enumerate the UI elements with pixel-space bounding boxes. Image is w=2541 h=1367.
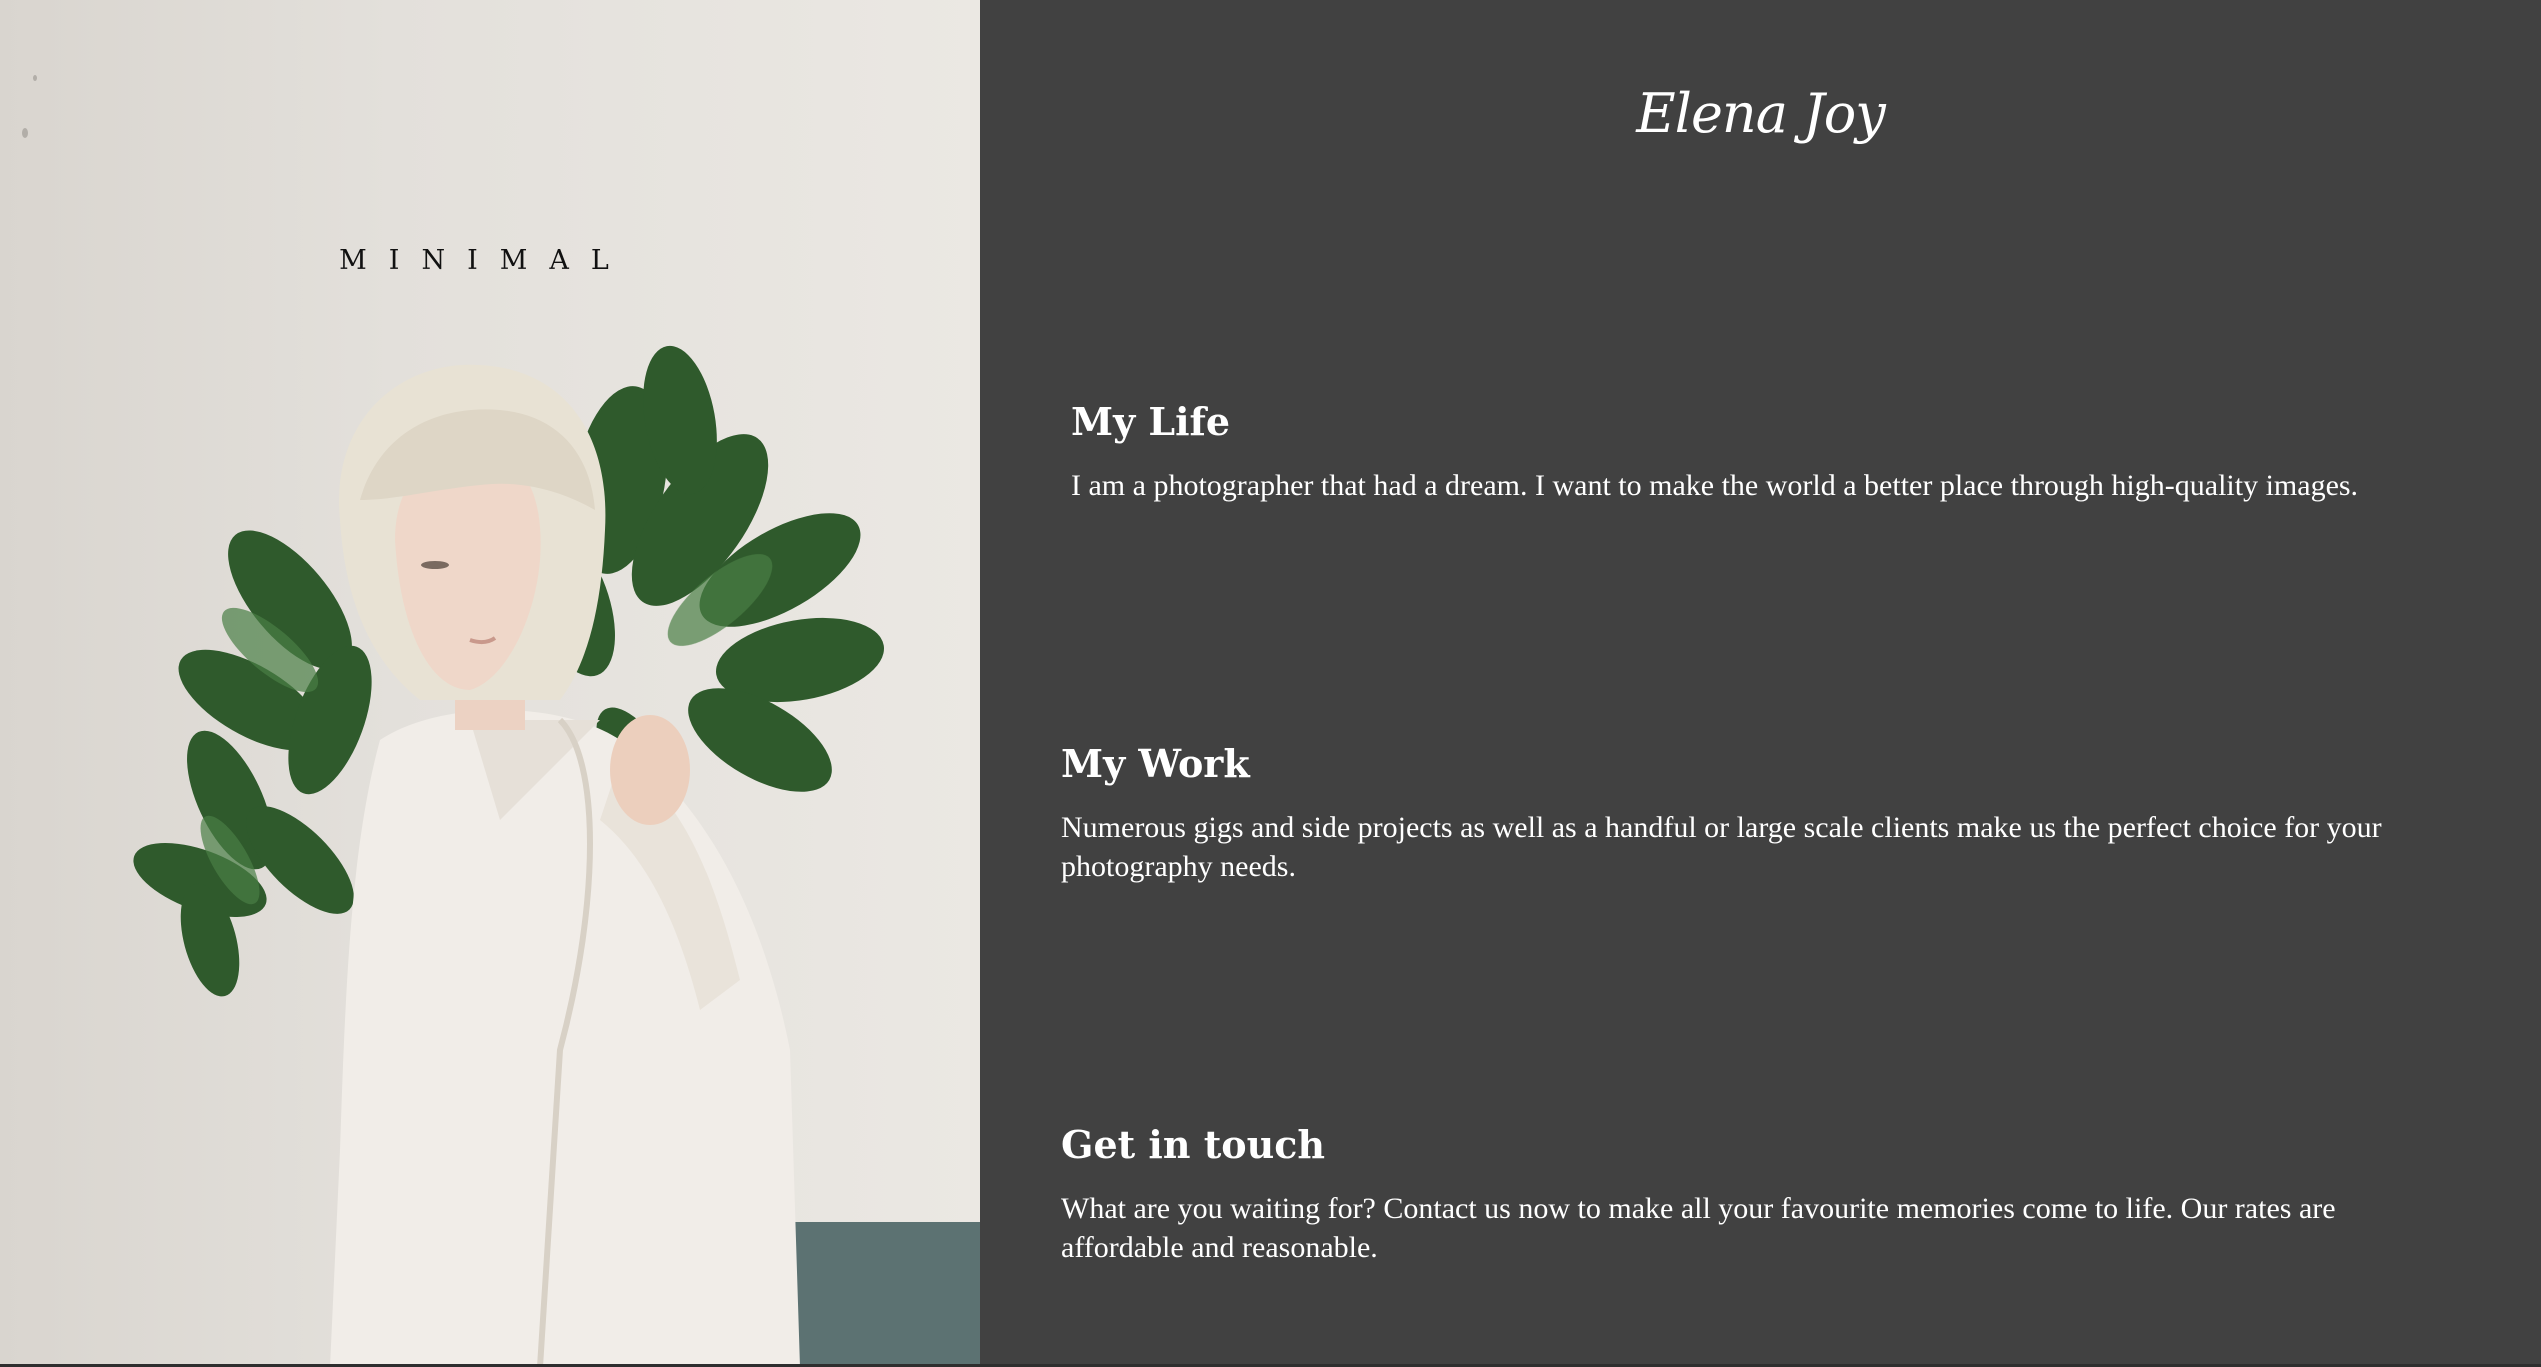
content-panel: Elena Joy My Life I am a photographer th… xyxy=(980,0,2541,1367)
section-body: Numerous gigs and side projects as well … xyxy=(1061,811,2382,883)
section-get-in-touch: Get in touch What are you waiting for? C… xyxy=(1061,1121,2461,1267)
page: MINIMAL Elena Joy My Life I am a photogr… xyxy=(0,0,2541,1367)
section-body: What are you waiting for? Contact us now… xyxy=(1061,1192,2336,1264)
hero-overlay-text: MINIMAL xyxy=(339,245,631,276)
section-my-work: My Work Numerous gigs and side projects … xyxy=(1061,740,2461,886)
hero-photo: MINIMAL xyxy=(0,0,980,1367)
section-heading: Get in touch xyxy=(1061,1122,1325,1167)
site-logo[interactable]: Elena Joy xyxy=(980,82,2541,145)
section-my-life: My Life I am a photographer that had a d… xyxy=(1071,398,2491,505)
section-body: I am a photographer that had a dream. I … xyxy=(1071,469,2359,502)
section-heading: My Work xyxy=(1061,741,1250,786)
section-heading: My Life xyxy=(1071,399,1231,444)
portrait-illustration xyxy=(133,345,884,1367)
